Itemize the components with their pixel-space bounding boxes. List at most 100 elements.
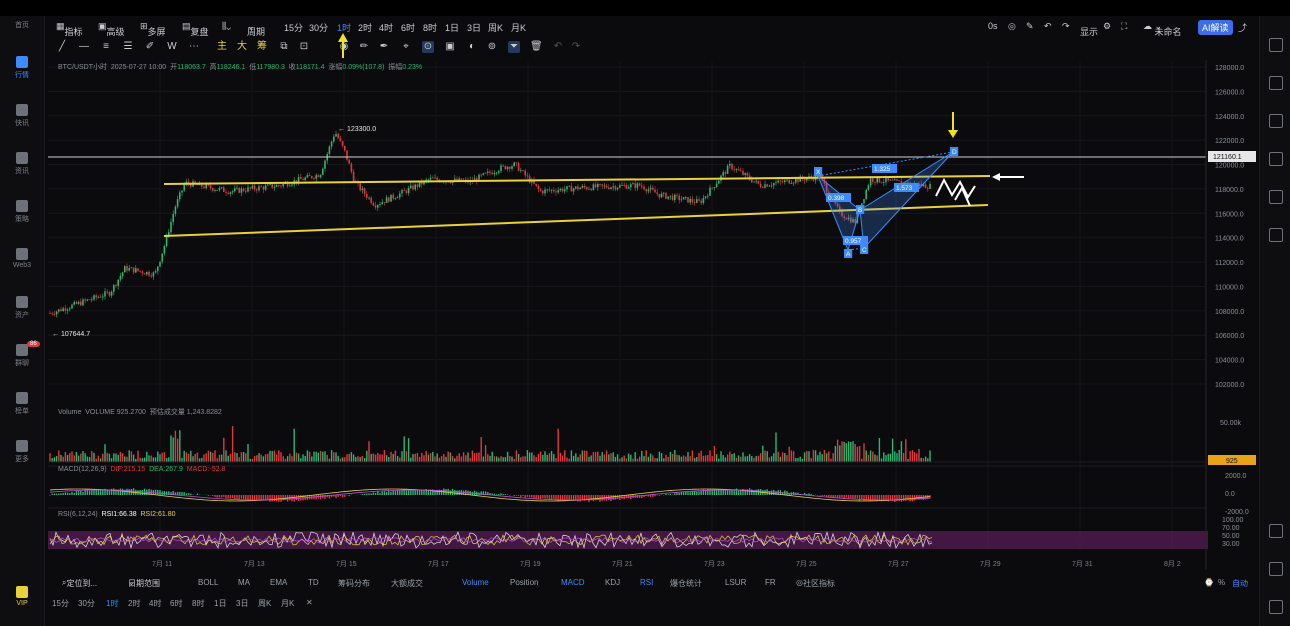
macd-hist xyxy=(612,495,614,500)
macd-hist xyxy=(238,495,240,500)
macd-hist xyxy=(231,495,234,499)
candle-body xyxy=(405,190,408,193)
macd-hist xyxy=(687,492,689,495)
ind-chip[interactable]: 筹码分布 xyxy=(338,578,370,589)
volume-bar xyxy=(465,455,467,462)
macd-hist xyxy=(315,495,317,500)
ind-ma[interactable]: MA xyxy=(238,578,250,587)
volume-bar xyxy=(751,456,753,462)
chart-canvas[interactable]: 121160.1 ← 123300.0 ← 107644.7 X A B C D 0.398 0.… xyxy=(0,0,1290,626)
volume-bar xyxy=(836,439,839,462)
close-icon[interactable]: ✕ xyxy=(306,598,313,607)
candle-body xyxy=(493,172,496,175)
rsi1-value: RSI1:66.38 xyxy=(101,511,137,518)
locate-button[interactable]: ⌕ 定位到... xyxy=(62,578,97,588)
ind-large-trade[interactable]: 大额成交 xyxy=(391,578,423,589)
macd-hist xyxy=(251,495,254,501)
bottom-interval-8h[interactable]: 8时 xyxy=(192,598,204,609)
macd-hist xyxy=(513,495,515,496)
ind-ema[interactable]: EMA xyxy=(270,578,287,587)
candle-body xyxy=(359,183,361,191)
time-tick: 7月 11 xyxy=(152,560,172,568)
point-a: A xyxy=(846,251,851,258)
candle-body xyxy=(267,184,269,186)
candle-body xyxy=(872,178,874,182)
volume-bar xyxy=(429,453,432,462)
bottom-interval-30m[interactable]: 30分 xyxy=(78,598,95,609)
ind-lsur[interactable]: LSUR xyxy=(725,578,746,587)
bottom-interval-4h[interactable]: 4时 xyxy=(149,598,161,609)
bottom-interval-15m[interactable]: 15分 xyxy=(52,598,69,609)
calendar-jump-icon[interactable]: ⌚ xyxy=(1204,578,1214,587)
bottom-interval-6h[interactable]: 6时 xyxy=(170,598,182,609)
ind-macd[interactable]: MACD xyxy=(561,578,585,587)
volume-bar xyxy=(196,452,199,462)
volume-bar xyxy=(711,456,713,462)
candle-body xyxy=(410,185,412,189)
macd-hist xyxy=(658,495,661,496)
volume-bar xyxy=(729,451,731,462)
macd-hist xyxy=(685,492,687,495)
ind-td[interactable]: TD xyxy=(308,578,319,587)
candle-body xyxy=(280,185,282,187)
volume-bar xyxy=(733,453,735,462)
time-tick: 7月 13 xyxy=(244,560,265,568)
volume-bar xyxy=(757,455,760,462)
candle-body xyxy=(172,214,174,222)
candle-body xyxy=(223,187,225,192)
macd-hist xyxy=(669,493,672,495)
candle-body xyxy=(313,178,315,179)
candle-body xyxy=(489,171,491,173)
macd-hist xyxy=(366,493,368,495)
candle-body xyxy=(159,261,161,267)
volume-bar xyxy=(856,446,859,462)
ind-rsi[interactable]: RSI xyxy=(640,578,653,587)
percent-toggle[interactable]: % xyxy=(1218,578,1225,587)
volume-bar xyxy=(561,455,564,462)
candle-body xyxy=(722,172,724,176)
ind-boll[interactable]: BOLL xyxy=(198,578,218,587)
candle-body xyxy=(803,179,806,181)
ind-community[interactable]: ◎ 社区指标 xyxy=(796,578,835,588)
candle-body xyxy=(544,189,546,194)
macd-hist xyxy=(850,495,852,499)
bottom-interval-1d[interactable]: 1日 xyxy=(214,598,226,609)
candle-body xyxy=(104,291,106,297)
volume-bar xyxy=(889,453,892,462)
bottom-interval-3d[interactable]: 3日 xyxy=(236,598,248,609)
volume-bar xyxy=(594,452,597,462)
volume-bar xyxy=(306,450,309,462)
ind-fr[interactable]: FR xyxy=(765,578,776,587)
candle-body xyxy=(106,291,108,293)
volume-bar xyxy=(608,454,610,462)
candle-body xyxy=(766,184,768,187)
candle-body xyxy=(579,187,581,190)
candle-body xyxy=(869,178,872,186)
candle-body xyxy=(539,189,542,191)
macd-hist xyxy=(698,491,700,495)
ind-volume[interactable]: Volume xyxy=(462,578,489,587)
date-range-dropdown[interactable]: 日期范围 ⌄ xyxy=(128,578,160,588)
ind-liquidation[interactable]: 爆仓统计 xyxy=(670,578,702,589)
macd-hist xyxy=(392,490,394,495)
auto-toggle[interactable]: 自动 xyxy=(1232,578,1248,589)
bottom-interval-2h[interactable]: 2时 xyxy=(128,598,140,609)
bottom-interval-week[interactable]: 周K xyxy=(258,598,271,609)
volume-bar xyxy=(262,456,265,462)
macd-hist xyxy=(731,489,733,495)
volume-bar xyxy=(867,454,870,462)
candle-body xyxy=(271,184,273,188)
price-tick: 120000.0 xyxy=(1215,163,1244,170)
volume-bar xyxy=(896,453,898,462)
volume-bar xyxy=(581,450,584,462)
candle-body xyxy=(680,199,683,201)
ind-kdj[interactable]: KDJ xyxy=(605,578,620,587)
macd-hist xyxy=(291,495,293,502)
bottom-interval-month[interactable]: 月K xyxy=(281,598,294,609)
bottom-interval-1h[interactable]: 1时 xyxy=(106,598,118,609)
macd-hist xyxy=(715,490,718,495)
volume-bar xyxy=(854,443,856,462)
macd-hist xyxy=(498,494,500,495)
current-price-label: 121160.1 xyxy=(1213,154,1242,161)
ind-position[interactable]: Position xyxy=(510,578,538,587)
